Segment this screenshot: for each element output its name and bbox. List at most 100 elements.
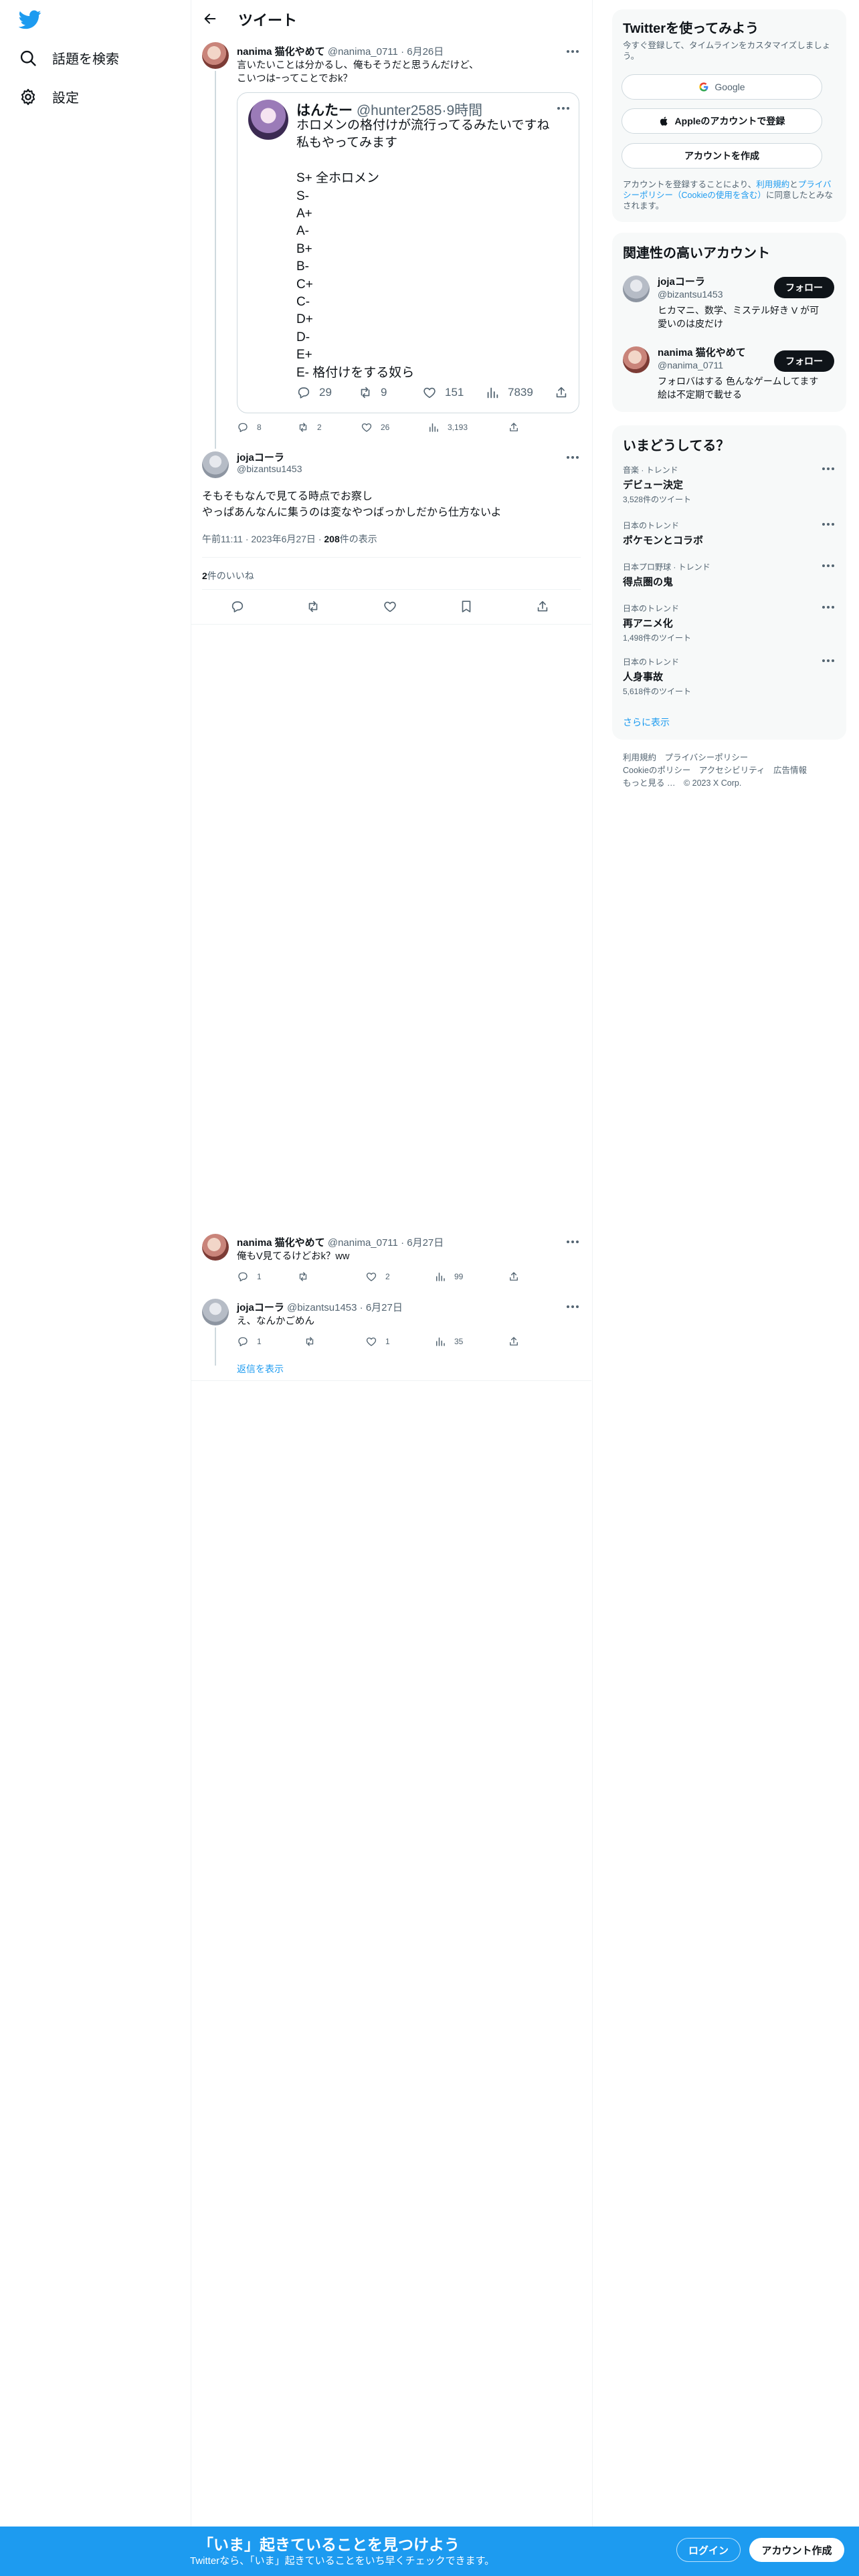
like-button[interactable]: 151	[422, 385, 464, 400]
views-button[interactable]: 35	[434, 1335, 463, 1348]
trend-item[interactable]: 日本プロ野球 · トレンド 得点圏の鬼	[623, 561, 837, 588]
google-signup-button[interactable]: Google	[622, 74, 822, 100]
analytics-icon	[436, 1337, 445, 1346]
avatar[interactable]	[623, 276, 650, 302]
quote-author-name: はんたー	[296, 103, 353, 118]
nav-explore[interactable]: 話題を検索	[19, 48, 119, 68]
nav-settings[interactable]: 設定	[19, 87, 79, 106]
more-options-icon[interactable]	[822, 521, 837, 528]
trend-title: 再アニメ化	[623, 618, 673, 629]
footer-line[interactable]: Cookieのポリシー アクセシビリティ 広告情報	[623, 764, 807, 777]
reply-button[interactable]: 8	[237, 421, 262, 433]
likes-summary[interactable]: 2件のいいね	[202, 569, 254, 582]
like-count: 151	[445, 386, 464, 399]
tweet-author[interactable]: nanima 猫化やめて @nanima_0711 · 6月26日	[237, 44, 444, 58]
reply-count: 8	[257, 423, 262, 432]
tweet-time[interactable]: 午前11:11	[202, 534, 243, 544]
twitter-logo-icon[interactable]	[19, 8, 41, 31]
share-button[interactable]	[554, 385, 569, 400]
like-button[interactable]	[383, 599, 397, 614]
like-button[interactable]: 26	[361, 421, 389, 433]
show-more-link[interactable]: さらに表示	[623, 716, 670, 729]
reply-icon	[238, 1337, 248, 1347]
tweet-date[interactable]: 2023年6月27日	[251, 534, 316, 544]
login-button[interactable]: ログイン	[676, 2538, 741, 2562]
tweet-date[interactable]: 6月27日	[407, 1237, 444, 1249]
reply-button[interactable]	[230, 599, 245, 614]
share-button[interactable]	[508, 1335, 520, 1348]
footer-links[interactable]: 利用規約 プライバシーポリシー Cookieのポリシー アクセシビリティ 広告情…	[623, 752, 807, 790]
more-options-icon[interactable]	[822, 465, 837, 472]
bookmark-button[interactable]	[459, 599, 474, 614]
more-options-icon[interactable]	[567, 48, 581, 55]
retweet-button[interactable]: 9	[358, 385, 387, 400]
likes-label: 件のいいね	[207, 570, 254, 581]
like-count: 1	[385, 1337, 390, 1346]
tweet-author[interactable]: nanima 猫化やめて @nanima_0711 · 6月27日	[237, 1235, 444, 1249]
like-button[interactable]: 1	[365, 1335, 390, 1348]
avatar[interactable]	[202, 1299, 229, 1325]
heart-icon	[366, 1273, 377, 1281]
retweet-button[interactable]: 2	[297, 421, 322, 433]
share-button[interactable]	[508, 1271, 520, 1283]
more-options-icon[interactable]	[822, 657, 837, 664]
tweet-text: 俺もV見てるけどおk？ww	[237, 1251, 350, 1262]
apple-signup-button[interactable]: Appleのアカウントで登録	[622, 108, 822, 134]
retweet-button[interactable]	[297, 1271, 317, 1283]
retweet-button[interactable]	[306, 599, 320, 614]
tweet-date[interactable]: 6月27日	[366, 1302, 403, 1313]
tweet-actions: 8 2 26 3,193	[237, 421, 524, 435]
account-name[interactable]: nanima 猫化やめて	[658, 345, 746, 359]
quoted-tweet[interactable]: はんたー @hunter2585·9時間 ホロメンの格付けが流行ってるみたいです…	[237, 92, 579, 413]
avatar[interactable]	[248, 100, 288, 140]
trend-title: 人身事故	[623, 671, 664, 683]
show-replies-link[interactable]: 返信を表示	[237, 1362, 284, 1376]
author-handle[interactable]: @bizantsu1453	[237, 463, 302, 474]
reply-button[interactable]: 29	[296, 385, 332, 400]
avatar[interactable]	[202, 42, 229, 69]
retweet-button[interactable]	[304, 1335, 324, 1348]
relevant-title: 関連性の高いアカウント	[623, 246, 770, 261]
avatar[interactable]	[202, 1234, 229, 1261]
more-options-icon[interactable]	[822, 562, 837, 569]
more-options-icon[interactable]	[567, 1303, 581, 1310]
footer-line[interactable]: もっと見る … © 2023 X Corp.	[623, 777, 807, 790]
author-handle: @bizantsu1453	[287, 1302, 357, 1313]
terms-link[interactable]: 利用規約	[756, 180, 789, 189]
share-button[interactable]	[508, 421, 520, 433]
views-count: 7839	[508, 386, 533, 399]
views-button[interactable]: 7839	[485, 385, 533, 400]
more-options-icon[interactable]	[557, 105, 572, 112]
heart-icon	[361, 423, 372, 432]
avatar[interactable]	[623, 346, 650, 373]
author-name[interactable]: jojaコーラ	[237, 450, 284, 464]
trend-item[interactable]: 日本のトレンド ポケモンとコラボ	[623, 520, 837, 547]
trend-item[interactable]: 日本のトレンド 人身事故 5,618件のツイート	[623, 656, 837, 697]
reply-button[interactable]: 1	[237, 1271, 262, 1283]
more-options-icon[interactable]	[567, 1239, 581, 1245]
trend-count: 3,528件のツイート	[623, 495, 692, 504]
more-options-icon[interactable]	[567, 454, 581, 461]
avatar[interactable]	[202, 451, 229, 478]
tweet-author[interactable]: jojaコーラ @bizantsu1453 · 6月27日	[237, 1300, 403, 1314]
cookie-link[interactable]: （Cookieの使用を含む）	[673, 191, 766, 200]
reply-button[interactable]: 1	[237, 1335, 262, 1348]
account-name[interactable]: jojaコーラ	[658, 274, 705, 288]
create-account-button[interactable]: アカウントを作成	[622, 143, 822, 169]
trend-item[interactable]: 音楽 · トレンド デビュー決定 3,528件のツイート	[623, 464, 837, 505]
trend-item[interactable]: 日本のトレンド 再アニメ化 1,498件のツイート	[623, 603, 837, 643]
views-button[interactable]: 99	[434, 1271, 463, 1283]
signup-box: Twitterを使ってみよう 今すぐ登録して、タイムラインをカスタマイズしましょ…	[612, 9, 846, 222]
views-button[interactable]: 3,193	[427, 421, 468, 433]
follow-button[interactable]: フォロー	[774, 350, 834, 372]
more-options-icon[interactable]	[822, 604, 837, 611]
apple-icon	[660, 116, 668, 126]
google-label: Google	[714, 82, 745, 92]
signup-button[interactable]: アカウント作成	[749, 2538, 844, 2562]
like-button[interactable]: 2	[365, 1271, 390, 1283]
back-button[interactable]	[201, 9, 219, 28]
footer-line[interactable]: 利用規約 プライバシーポリシー	[623, 752, 807, 764]
follow-button[interactable]: フォロー	[774, 277, 834, 298]
tweet-date[interactable]: 6月26日	[407, 46, 444, 58]
share-button[interactable]	[535, 599, 550, 614]
